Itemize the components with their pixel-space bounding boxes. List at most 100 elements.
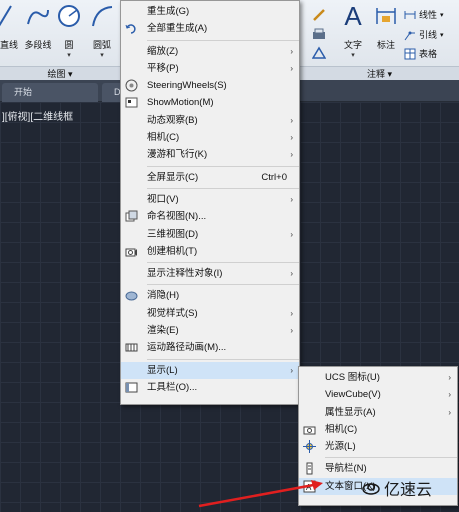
text-tool[interactable]: A 文字 ▾ — [338, 1, 368, 59]
menu-separator — [147, 165, 299, 167]
menu-item-3d-views[interactable]: 三维视图(D) › — [121, 226, 299, 243]
viewport-controls[interactable]: ][俯视][二维线框 — [2, 108, 73, 123]
menu-item-annotative-objects[interactable]: 显示注释性对象(I) › — [121, 265, 299, 282]
draw-panel-title[interactable]: 绘图 ▾ — [0, 66, 120, 80]
create-camera-icon — [125, 248, 137, 257]
menu-item-fullscreen[interactable]: 全屏显示(C) Ctrl+0 — [121, 169, 299, 186]
menu-item-label: 视觉样式(S) — [147, 307, 198, 319]
menu-item-motion-path[interactable]: 运动路径动画(M)... — [121, 339, 299, 356]
line-label: 直线 — [0, 40, 19, 50]
menu-separator — [147, 358, 299, 360]
submenu-arrow-icon: › — [448, 373, 451, 382]
menu-item-label: 显示(L) — [147, 364, 178, 376]
motion-path-icon — [125, 343, 138, 352]
menu-item-label: 缩放(Z) — [147, 45, 179, 57]
menu-item-named-views[interactable]: 命名视图(N)... — [121, 208, 299, 225]
submenu-item-lights[interactable]: 光源(L) — [299, 438, 457, 455]
menu-separator — [147, 39, 299, 41]
arc-dropdown-icon[interactable]: ▾ — [100, 51, 104, 59]
arc-tool[interactable]: 圆弧 ▾ — [88, 4, 116, 59]
menu-item-label: 工具栏(O)... — [147, 381, 198, 393]
submenu-item-attribute-display[interactable]: 属性显示(A) › — [299, 404, 457, 421]
menu-item-viewports[interactable]: 视口(V) › — [121, 191, 299, 208]
menu-item-label: 视口(V) — [147, 193, 179, 205]
leader-dropdown-icon[interactable]: ▾ — [440, 31, 444, 39]
menu-item-hide[interactable]: 消隐(H) — [121, 287, 299, 304]
line-icon — [0, 5, 12, 27]
submenu-arrow-icon: › — [290, 115, 293, 125]
pencil-icon[interactable] — [312, 8, 326, 22]
menu-item-label: 属性显示(A) — [325, 406, 376, 418]
menu-item-label: ShowMotion(M) — [147, 97, 214, 109]
submenu-arrow-icon: › — [448, 407, 451, 417]
menu-separator — [147, 187, 299, 189]
showmotion-icon — [125, 97, 138, 108]
linear-dropdown-icon[interactable]: ▾ — [440, 11, 444, 19]
regen-all-icon — [125, 24, 136, 35]
menu-item-zoom[interactable]: 缩放(Z) › — [121, 43, 299, 60]
menu-item-create-camera[interactable]: 创建相机(T) — [121, 243, 299, 260]
dimension-icon — [376, 8, 396, 24]
menu-item-label: SteeringWheels(S) — [147, 80, 227, 92]
menu-separator — [147, 284, 299, 286]
menu-item-label: UCS 图标(U) — [325, 372, 380, 383]
printer-icon[interactable] — [312, 28, 326, 42]
menu-item-label: 命名视图(N)... — [147, 211, 207, 223]
menu-item-showmotion[interactable]: ShowMotion(M) — [121, 94, 299, 111]
linear-dim-button[interactable]: 线性 ▾ — [404, 8, 444, 21]
menu-item-label: 运动路径动画(M)... — [147, 342, 227, 354]
table-button[interactable]: 表格 — [404, 47, 437, 60]
leader-button[interactable]: 引线 ▾ — [404, 28, 444, 41]
camera-icon — [303, 426, 316, 435]
menu-item-regen[interactable]: 重生成(G) — [121, 3, 299, 20]
menu-item-toolbars[interactable]: 工具栏(O)... — [121, 379, 299, 396]
submenu-arrow-icon: › — [290, 365, 293, 375]
menu-item-label: 光源(L) — [325, 441, 356, 453]
menu-item-orbit[interactable]: 动态观察(B) › — [121, 112, 299, 129]
annotation-panel-title[interactable]: 注释 ▾ — [300, 66, 459, 80]
submenu-item-ucs-icon[interactable]: UCS 图标(U) › — [299, 369, 457, 386]
annotation-arrow-icon — [198, 480, 323, 508]
menu-item-pan[interactable]: 平移(P) › — [121, 60, 299, 77]
submenu-item-viewcube[interactable]: ViewCube(V) › — [299, 386, 457, 403]
menu-item-shortcut: Ctrl+0 — [261, 171, 287, 183]
menu-separator — [147, 262, 299, 264]
line-tool[interactable]: 直线 — [0, 4, 18, 51]
menu-item-label: 全部重生成(A) — [147, 23, 208, 35]
menu-item-regen-all[interactable]: 全部重生成(A) — [121, 20, 299, 37]
dimension-tool[interactable]: 标注 — [372, 4, 400, 51]
leader-icon — [404, 31, 415, 40]
tab-start[interactable]: 开始 — [2, 83, 98, 102]
linear-dim-icon — [404, 10, 416, 19]
menu-item-render[interactable]: 渲染(E) › — [121, 322, 299, 339]
text-icon: A — [344, 1, 362, 31]
arc-label: 圆弧 — [92, 40, 111, 50]
menu-item-label: 相机(C) — [325, 423, 358, 435]
menu-item-display[interactable]: 显示(L) › — [121, 361, 299, 379]
menu-item-visual-styles[interactable]: 视觉样式(S) › — [121, 305, 299, 322]
menu-item-label: 漫游和飞行(K) — [147, 149, 208, 161]
circle-tool[interactable]: 圆 ▾ — [58, 4, 80, 59]
submenu-arrow-icon: › — [290, 229, 293, 239]
dimension-label: 标注 — [376, 40, 395, 50]
watermark: 亿速云 — [362, 476, 432, 500]
menu-item-camera[interactable]: 相机(C) › — [121, 129, 299, 146]
menu-item-label: ViewCube(V) — [325, 389, 381, 401]
light-icon — [303, 440, 316, 454]
submenu-arrow-icon: › — [448, 390, 451, 400]
hide-icon — [125, 291, 138, 301]
menu-item-label: 相机(C) — [147, 132, 180, 144]
circle-icon — [58, 5, 80, 27]
menu-item-steeringwheels[interactable]: SteeringWheels(S) — [121, 77, 299, 94]
named-view-icon — [125, 210, 138, 222]
menu-item-walk-fly[interactable]: 漫游和飞行(K) › — [121, 146, 299, 163]
submenu-item-camera[interactable]: 相机(C) — [299, 421, 457, 438]
text-dropdown-icon[interactable]: ▾ — [351, 51, 355, 59]
table-icon — [404, 48, 416, 59]
submenu-arrow-icon: › — [290, 194, 293, 204]
circle-dropdown-icon[interactable]: ▾ — [67, 51, 71, 59]
submenu-arrow-icon: › — [290, 63, 293, 73]
polyline-icon — [27, 9, 49, 25]
align-icon[interactable] — [312, 46, 326, 60]
polyline-tool[interactable]: 多段线 — [22, 4, 54, 51]
